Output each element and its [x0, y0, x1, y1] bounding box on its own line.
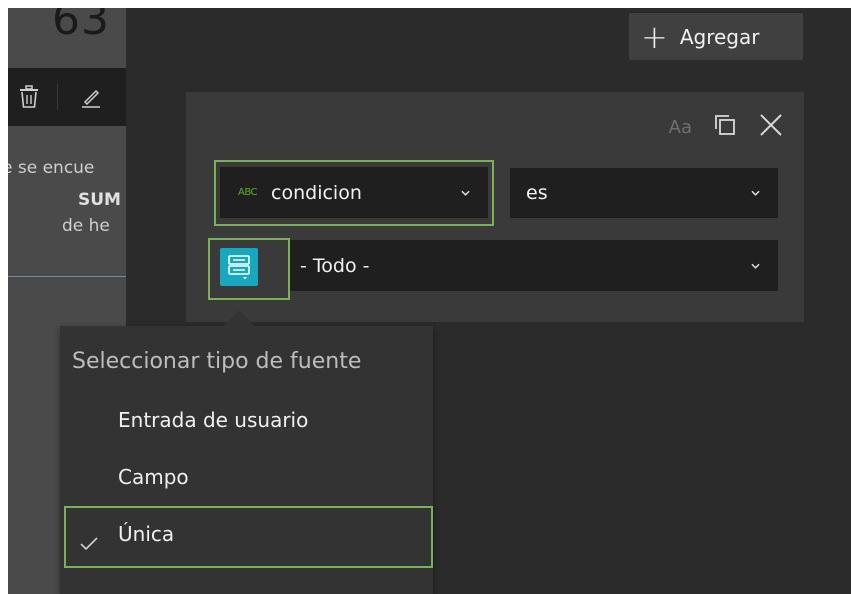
left-divider	[8, 276, 126, 277]
source-type-button[interactable]	[220, 248, 258, 286]
left-text-line: de he	[62, 216, 110, 236]
pencil-icon[interactable]	[76, 82, 106, 112]
close-icon[interactable]	[758, 112, 784, 142]
filter-clause-card: Aa ABC condicion es - Todo -	[186, 92, 804, 322]
card-actions: Aa	[669, 112, 784, 142]
menu-item-user-input[interactable]: Entrada de usuario	[118, 408, 308, 432]
chevron-down-icon	[751, 263, 760, 269]
app-frame: 63 e se encue SUM de he + Agregar Aa ABC…	[8, 8, 851, 594]
chevron-down-icon	[461, 190, 470, 196]
left-text-line: e se encue	[8, 158, 95, 178]
value-select[interactable]: - Todo -	[290, 240, 778, 291]
left-text-line: SUM	[78, 190, 121, 210]
list-source-icon	[228, 255, 250, 280]
toolbar-divider	[57, 84, 58, 110]
menu-item-unique[interactable]: Única	[118, 522, 174, 546]
check-icon	[80, 536, 98, 555]
copy-icon[interactable]	[714, 114, 736, 140]
field-select-value: condicion	[271, 181, 362, 204]
left-toolbar	[8, 68, 126, 126]
operator-select[interactable]: es	[510, 168, 778, 218]
font-case-toggle[interactable]: Aa	[669, 117, 692, 138]
trash-icon[interactable]	[14, 82, 44, 112]
chevron-down-icon	[751, 190, 760, 196]
field-select[interactable]: ABC condicion	[220, 167, 488, 218]
plus-icon: +	[641, 17, 668, 56]
abc-type-icon: ABC	[238, 187, 258, 198]
menu-item-field[interactable]: Campo	[118, 465, 189, 489]
menu-title: Seleccionar tipo de fuente	[72, 349, 362, 374]
add-button-label: Agregar	[679, 24, 760, 49]
value-select-value: - Todo -	[300, 254, 370, 277]
add-button[interactable]: + Agregar	[629, 13, 803, 60]
big-number: 63	[52, 8, 110, 45]
operator-select-value: es	[526, 182, 548, 204]
source-type-menu: Seleccionar tipo de fuente Entrada de us…	[60, 310, 433, 594]
